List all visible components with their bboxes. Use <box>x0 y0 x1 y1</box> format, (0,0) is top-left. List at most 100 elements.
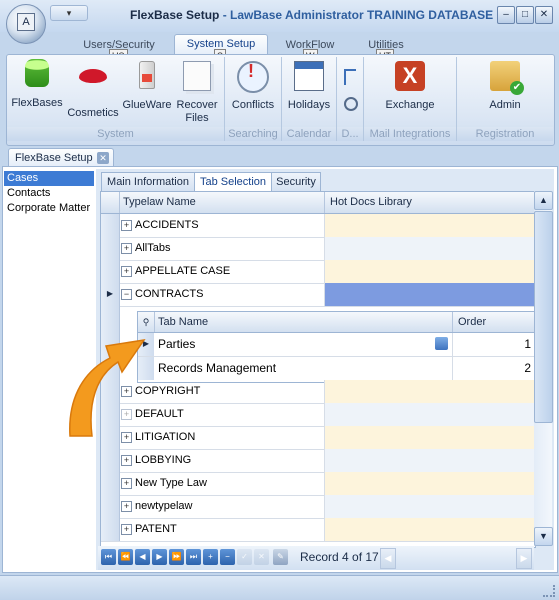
col-tab-name[interactable]: Tab Name <box>158 312 208 332</box>
scroll-up-icon[interactable]: ▲ <box>534 191 553 210</box>
row-selector[interactable] <box>101 518 120 541</box>
expand-icon[interactable]: + <box>121 501 132 512</box>
tab-security[interactable]: Security <box>271 172 321 191</box>
expand-icon[interactable]: + <box>121 455 132 466</box>
col-typelaw-name[interactable]: Typelaw Name <box>123 192 196 213</box>
table-row[interactable]: + ACCIDENTS <box>101 214 535 238</box>
expand-icon[interactable]: + <box>121 220 132 231</box>
hot-docs-cell[interactable] <box>324 260 535 283</box>
doc-tab-flexbase-setup[interactable]: FlexBase Setup ✕ <box>8 148 114 166</box>
collapse-icon[interactable]: − <box>121 289 132 300</box>
child-order[interactable]: 1 <box>452 333 531 356</box>
tree-icon[interactable] <box>344 69 356 85</box>
vertical-scrollbar[interactable]: ▲ ▼ <box>534 191 553 546</box>
next-record-icon[interactable]: ▶ <box>152 549 167 565</box>
child-table-row[interactable]: Records Management 2 <box>138 357 534 380</box>
nav-scroll-right-icon[interactable]: ▶ <box>516 548 532 569</box>
hot-docs-cell[interactable] <box>324 403 535 426</box>
conflicts-icon <box>237 61 269 93</box>
edit-icon[interactable]: ✎ <box>273 549 288 565</box>
list-item-contacts[interactable]: Contacts <box>4 186 94 201</box>
tab-tab-selection[interactable]: Tab Selection <box>194 172 272 191</box>
table-row[interactable]: + AllTabs <box>101 237 535 261</box>
table-row[interactable]: + LITIGATION <box>101 426 535 450</box>
expand-icon[interactable]: + <box>121 524 132 535</box>
row-selector[interactable] <box>101 495 120 518</box>
flexbases-label: FlexBases <box>11 97 63 109</box>
group-searching: Conflicts Searching <box>225 57 282 141</box>
last-record-icon[interactable]: ⏭ <box>186 549 201 565</box>
nav-scroll-left-icon[interactable]: ◀ <box>380 548 396 569</box>
table-row[interactable]: + PATENT <box>101 518 535 542</box>
search-small-icon[interactable] <box>344 97 358 111</box>
hot-docs-cell[interactable] <box>324 380 535 403</box>
scroll-down-icon[interactable]: ▼ <box>534 527 553 546</box>
recover-files-button[interactable]: Recover Files <box>173 59 221 125</box>
maximize-button[interactable]: □ <box>516 6 534 24</box>
table-row-current[interactable]: ▶ − CONTRACTS <box>101 283 535 307</box>
resize-grip-icon[interactable] <box>543 585 555 597</box>
hot-docs-cell[interactable] <box>324 518 535 541</box>
delete-record-icon[interactable]: − <box>220 549 235 565</box>
tab-main-information[interactable]: Main Information <box>101 172 195 191</box>
glue-bottle-icon <box>131 61 163 93</box>
table-row[interactable]: + LOBBYING <box>101 449 535 473</box>
table-row[interactable]: + DEFAULT <box>101 403 535 427</box>
dropdown-chevron-icon[interactable] <box>435 337 448 350</box>
hot-docs-cell[interactable] <box>324 472 535 495</box>
glueware-button[interactable]: GlueWare <box>121 59 173 112</box>
row-selector[interactable] <box>101 214 120 237</box>
calendar-icon <box>293 61 325 93</box>
post-edit-icon[interactable]: ✓ <box>237 549 252 565</box>
table-row[interactable]: + New Type Law <box>101 472 535 496</box>
expand-icon[interactable]: + <box>121 266 132 277</box>
row-selector[interactable] <box>101 237 120 260</box>
list-item-cases[interactable]: Cases <box>4 171 94 186</box>
minimize-button[interactable]: – <box>497 6 515 24</box>
add-record-icon[interactable]: + <box>203 549 218 565</box>
col-order[interactable]: Order <box>452 312 486 332</box>
expand-icon[interactable]: + <box>121 243 132 254</box>
group-calendar: Holidays Calendar <box>282 57 337 141</box>
prev-page-icon[interactable]: ⏪ <box>118 549 133 565</box>
hot-docs-cell[interactable] <box>324 214 535 237</box>
child-table-row[interactable]: ▶ Parties 1 <box>138 333 534 357</box>
application-orb-button[interactable]: A <box>6 4 46 44</box>
flexbases-button[interactable]: FlexBases <box>11 59 63 110</box>
next-page-icon[interactable]: ⏩ <box>169 549 184 565</box>
hot-docs-cell[interactable] <box>324 449 535 472</box>
group-calendar-label: Calendar <box>282 127 336 141</box>
hot-docs-cell[interactable] <box>324 237 535 260</box>
cosmetics-button[interactable]: Cosmetics <box>65 59 121 120</box>
scroll-thumb[interactable] <box>534 211 553 423</box>
record-navigator: ⏮ ⏪ ◀ ▶ ⏩ ⏭ + − ✓ ✕ ✎ Record 4 of 17 ◀ ▶ <box>98 546 534 570</box>
ribbon: FlexBases Cosmetics GlueWare Recover Fil… <box>6 54 555 146</box>
hot-docs-cell-selected[interactable] <box>324 283 535 306</box>
close-tab-icon[interactable]: ✕ <box>97 152 109 164</box>
expand-icon[interactable]: + <box>121 478 132 489</box>
table-row[interactable]: + COPYRIGHT <box>101 380 535 404</box>
row-selector[interactable] <box>101 260 120 283</box>
child-order[interactable]: 2 <box>452 357 531 380</box>
col-hot-docs-library[interactable]: Hot Docs Library <box>324 192 412 213</box>
quick-access-dropdown-button[interactable]: ▾ <box>50 5 88 21</box>
list-item-corporate-matter[interactable]: Corporate Matter <box>4 201 94 216</box>
hot-docs-cell[interactable] <box>324 426 535 449</box>
admin-button[interactable]: Admin <box>475 59 535 112</box>
glueware-label: GlueWare <box>122 99 172 111</box>
prev-record-icon[interactable]: ◀ <box>135 549 150 565</box>
table-row[interactable]: + newtypelaw <box>101 495 535 519</box>
hot-docs-cell[interactable] <box>324 495 535 518</box>
table-row[interactable]: + APPELLATE CASE <box>101 260 535 284</box>
cancel-edit-icon[interactable]: ✕ <box>254 549 269 565</box>
holidays-button[interactable]: Holidays <box>282 59 336 112</box>
conflicts-button[interactable]: Conflicts <box>225 59 281 112</box>
group-system: FlexBases Cosmetics GlueWare Recover Fil… <box>7 57 225 141</box>
row-selector[interactable] <box>101 472 120 495</box>
child-grid-header: ⚲ Tab Name Order <box>138 312 534 333</box>
current-row-icon[interactable]: ▶ <box>101 283 120 306</box>
row-selector[interactable] <box>101 449 120 472</box>
first-record-icon[interactable]: ⏮ <box>101 549 116 565</box>
exchange-button[interactable]: X Exchange <box>380 59 440 112</box>
close-button[interactable]: ✕ <box>535 6 553 24</box>
